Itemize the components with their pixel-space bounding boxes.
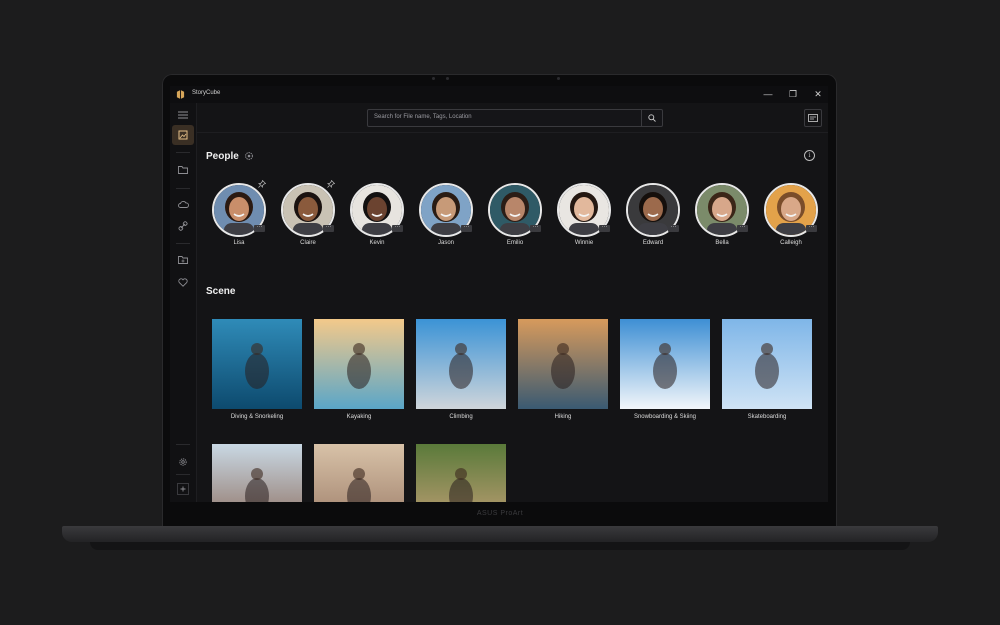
folder-icon[interactable] xyxy=(176,163,190,177)
info-icon[interactable]: i xyxy=(804,150,815,161)
person-name: Calleigh xyxy=(780,240,802,246)
camera-dot xyxy=(432,77,435,80)
storycube-logo-icon xyxy=(176,90,185,99)
person-item[interactable]: ··· Winnie xyxy=(557,183,611,253)
pin-icon[interactable] xyxy=(257,179,267,190)
scene-thumbnail[interactable] xyxy=(314,444,404,502)
scene-thumbnail[interactable] xyxy=(722,319,812,409)
menu-icon[interactable] xyxy=(176,108,190,122)
gallery-icon[interactable] xyxy=(172,125,194,145)
person-name: Lisa xyxy=(233,240,245,246)
more-options-button[interactable]: ··· xyxy=(461,224,472,232)
more-options-button[interactable]: ··· xyxy=(599,224,610,232)
search-icon xyxy=(648,114,656,122)
link-icon[interactable] xyxy=(176,219,190,233)
more-options-button[interactable]: ··· xyxy=(806,224,817,232)
title-bar: StoryCube — ❐ ✕ xyxy=(170,86,828,103)
pin-icon[interactable] xyxy=(326,179,336,190)
person-item[interactable]: ··· Calleigh xyxy=(764,183,818,253)
sidebar-divider xyxy=(176,152,190,153)
people-settings-icon[interactable] xyxy=(244,151,254,161)
person-item[interactable]: ··· Kevin xyxy=(350,183,404,253)
person-name: Winnie xyxy=(574,240,594,246)
person-item[interactable]: ··· Edward xyxy=(626,183,680,253)
laptop-base-shadow xyxy=(90,542,910,550)
minimize-button[interactable]: — xyxy=(760,88,776,100)
sidebar-divider xyxy=(176,243,190,244)
sidebar-divider xyxy=(176,444,190,445)
add-icon[interactable] xyxy=(177,483,189,495)
laptop-base xyxy=(62,526,938,542)
scene-thumbnail[interactable] xyxy=(518,319,608,409)
scene-label: Climbing xyxy=(449,414,473,420)
scene-thumbnail[interactable] xyxy=(416,444,506,502)
close-button[interactable]: ✕ xyxy=(810,88,826,100)
person-name: Jason xyxy=(437,240,454,246)
person-item[interactable]: ··· Claire xyxy=(281,179,336,253)
more-options-button[interactable]: ··· xyxy=(737,224,748,232)
device-brand: ASUS ProArt xyxy=(476,510,524,517)
scene-label: Snowboarding & Skiing xyxy=(633,414,697,420)
scene-title: Scene xyxy=(206,286,236,297)
person-item[interactable]: ··· Lisa xyxy=(212,179,267,253)
more-options-button[interactable]: ··· xyxy=(392,224,403,232)
scene-label: Kayaking xyxy=(346,414,372,420)
header-divider xyxy=(196,132,828,133)
person-name: Bella xyxy=(715,240,729,246)
restore-button[interactable]: ❐ xyxy=(785,88,801,100)
search-input[interactable]: Search for File name, Tags, Location xyxy=(374,114,472,120)
person-name: Claire xyxy=(300,240,316,246)
scene-thumbnail[interactable] xyxy=(212,444,302,502)
app-title: StoryCube xyxy=(192,90,221,96)
sensor-dot xyxy=(557,77,560,80)
person-item[interactable]: ··· Jason xyxy=(419,183,473,253)
slideshow-icon xyxy=(808,114,818,122)
scene-thumbnail[interactable] xyxy=(212,319,302,409)
more-options-button[interactable]: ··· xyxy=(323,224,334,232)
cloud-icon[interactable] xyxy=(176,197,190,211)
sidebar-divider xyxy=(176,474,190,475)
more-options-button[interactable]: ··· xyxy=(668,224,679,232)
folder-plus-icon[interactable] xyxy=(176,253,190,267)
more-options-button[interactable]: ··· xyxy=(254,224,265,232)
sensor-dot xyxy=(446,77,449,80)
scene-thumbnail[interactable] xyxy=(620,319,710,409)
person-item[interactable]: ··· Emilio xyxy=(488,183,542,253)
scene-label: Diving & Snorkeling xyxy=(230,414,284,420)
person-name: Emilio xyxy=(506,240,524,246)
slideshow-button[interactable] xyxy=(804,109,822,127)
search-bar[interactable]: Search for File name, Tags, Location xyxy=(367,109,663,127)
person-name: Edward xyxy=(642,240,664,246)
scene-label: Hiking xyxy=(554,414,572,420)
heart-icon[interactable] xyxy=(176,275,190,289)
app-window: StoryCube — ❐ ✕ Search for File name, Ta… xyxy=(170,86,828,502)
person-item[interactable]: ··· Bella xyxy=(695,183,749,253)
scene-thumbnail[interactable] xyxy=(416,319,506,409)
search-button[interactable] xyxy=(641,110,662,126)
scene-thumbnail[interactable] xyxy=(314,319,404,409)
more-options-button[interactable]: ··· xyxy=(530,224,541,232)
people-title: People xyxy=(206,151,239,162)
scene-label: Skateboarding xyxy=(747,414,787,420)
sidebar-divider xyxy=(176,188,190,189)
settings-icon[interactable] xyxy=(176,455,190,469)
person-name: Kevin xyxy=(369,240,385,246)
